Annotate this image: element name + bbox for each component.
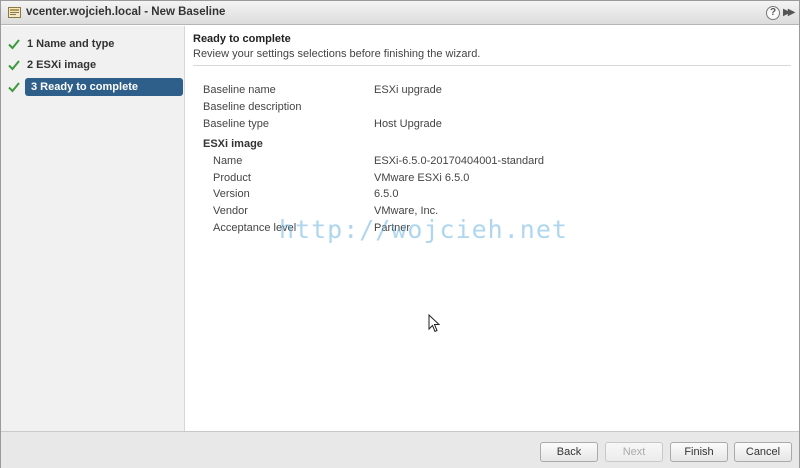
acceptance-level-label: Acceptance level (213, 222, 297, 234)
page-subtitle: Review your settings selections before f… (193, 48, 481, 60)
help-icon[interactable]: ? (766, 6, 780, 20)
baseline-description-label: Baseline description (203, 101, 302, 113)
window-title: vcenter.wojcieh.local - New Baseline (26, 6, 226, 18)
checkmark-icon (8, 39, 20, 50)
wizard-steps-sidebar: 1 Name and type 2 ESXi image 3 Ready to … (1, 26, 185, 431)
wizard-footer: Back Next Finish Cancel (1, 431, 799, 468)
step-name-and-type[interactable]: 1 Name and type (5, 35, 183, 53)
finish-button[interactable]: Finish (670, 442, 728, 462)
image-name-label: Name (213, 155, 243, 167)
step-label: 2 ESXi image (27, 59, 97, 71)
baseline-name-value: ESXi upgrade (374, 84, 442, 96)
product-label: Product (213, 172, 251, 184)
vendor-value: VMware, Inc. (374, 205, 439, 217)
vendor-label: Vendor (213, 205, 248, 217)
wizard-window: vcenter.wojcieh.local - New Baseline ? ▶… (0, 0, 800, 468)
expand-icon[interactable]: ▶▶ (783, 5, 797, 21)
page-title: Ready to complete (193, 33, 291, 45)
cancel-button[interactable]: Cancel (734, 442, 792, 462)
baseline-name-label: Baseline name (203, 84, 276, 96)
step-label: 1 Name and type (27, 38, 115, 50)
product-value: VMware ESXi 6.5.0 (374, 172, 470, 184)
esxi-image-heading: ESXi image (203, 138, 263, 150)
step-esxi-image[interactable]: 2 ESXi image (5, 56, 183, 74)
mouse-pointer-icon (428, 314, 440, 333)
image-name-value: ESXi-6.5.0-20170404001-standard (374, 155, 545, 167)
back-button[interactable]: Back (540, 442, 598, 462)
step-label: 3 Ready to complete (31, 81, 138, 93)
vcenter-app-icon (8, 7, 21, 18)
divider (193, 65, 791, 66)
checkmark-icon (8, 60, 20, 71)
version-label: Version (213, 188, 250, 200)
checkmark-icon (8, 82, 20, 93)
baseline-type-label: Baseline type (203, 118, 270, 130)
main-content: Ready to complete Review your settings s… (186, 26, 799, 431)
next-button[interactable]: Next (605, 442, 663, 462)
version-value: 6.5.0 (374, 188, 399, 200)
step-ready-to-complete[interactable]: 3 Ready to complete (5, 78, 183, 96)
baseline-type-value: Host Upgrade (374, 118, 442, 130)
acceptance-level-value: Partner (374, 222, 411, 234)
title-bar: vcenter.wojcieh.local - New Baseline ? ▶… (1, 1, 799, 25)
